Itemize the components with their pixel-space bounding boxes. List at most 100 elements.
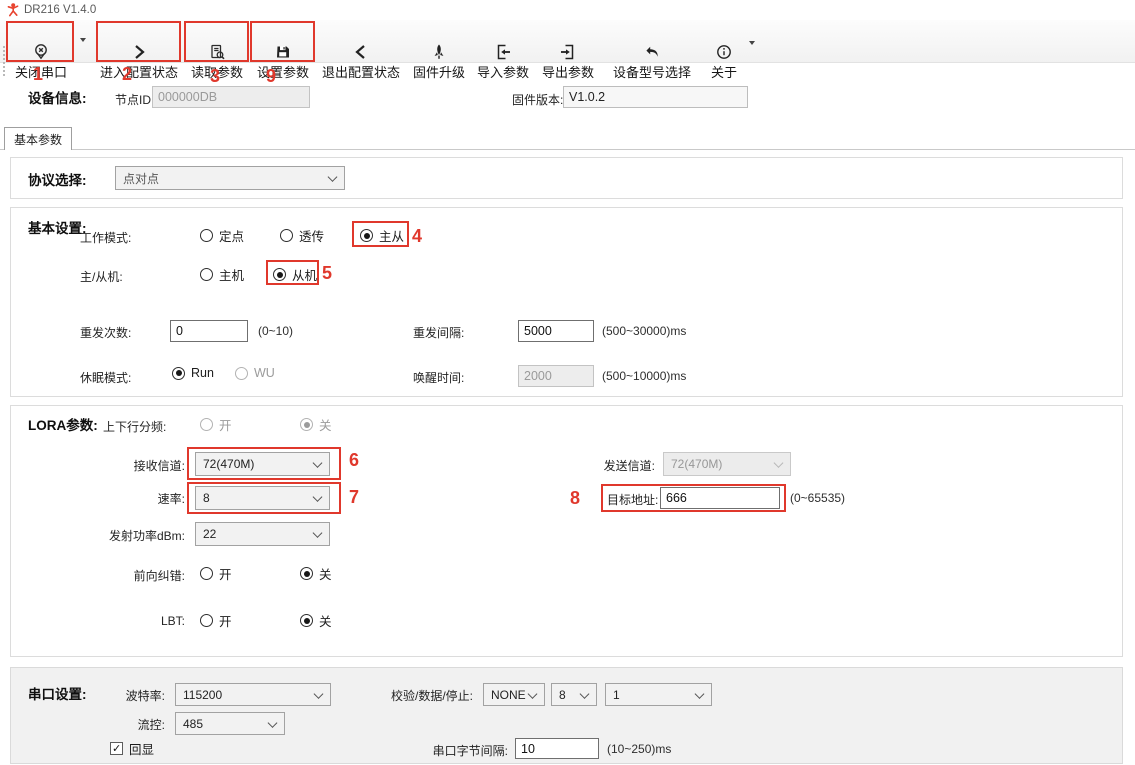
radio-sleep-run[interactable]: Run [172,366,214,380]
data-bits-dropdown[interactable]: 8 [551,683,597,706]
radio-fec-on[interactable]: 开 [200,564,232,583]
stop-bits-value: 1 [613,688,620,702]
baud-rate-value: 115200 [183,688,222,702]
radio-lbt-off[interactable]: 关 [300,611,332,630]
about-button[interactable]: 关于 [704,42,744,82]
flow-control-dropdown[interactable]: 485 [175,712,285,735]
toolbar-overflow-arrow-icon[interactable] [749,41,755,45]
import-params-icon [494,42,512,61]
lora-section-label: LORA参数: [28,414,98,434]
retry-count-hint: (0~10) [258,324,293,338]
radio-label: 关 [319,415,332,434]
title-bar: DR216 V1.4.0 [0,0,1135,20]
target-address-label: 目标地址: [607,491,658,508]
tx-channel-label: 发送信道: [560,457,655,474]
annotation-number-3: 3 [210,67,220,85]
about-label: 关于 [711,62,737,81]
export-params-button[interactable]: 导出参数 [538,42,598,82]
protocol-select-value: 点对点 [123,170,159,187]
baud-rate-dropdown[interactable]: 115200 [175,683,331,706]
flow-control-label: 流控: [90,716,165,733]
radio-label: 开 [219,415,232,434]
tab-basic-params[interactable]: 基本参数 [4,127,72,150]
device-model-select-button[interactable]: 设备型号选择 [606,42,698,82]
protocol-select-dropdown[interactable]: 点对点 [115,166,345,190]
radio-label: WU [254,366,275,380]
work-mode-label: 工作模式: [80,229,131,246]
wake-time-label: 唤醒时间: [413,369,464,386]
radio-fec-off[interactable]: 关 [300,564,332,583]
stop-bits-dropdown[interactable]: 1 [605,683,712,706]
set-params-button[interactable]: 设置参数 [252,42,314,82]
node-id-label: 节点ID: [115,91,154,108]
node-id-field[interactable] [152,86,310,108]
wake-time-field[interactable] [518,365,594,387]
device-info-section-label: 设备信息: [28,87,87,107]
rx-channel-value: 72(470M) [203,457,254,471]
byte-interval-hint: (10~250)ms [607,742,671,756]
annotation-number-2: 2 [122,65,132,83]
fec-label: 前向纠错: [60,567,185,584]
retry-count-field[interactable] [170,320,248,342]
flow-control-value: 485 [183,717,203,731]
tab-strip: 基本参数 [0,126,1135,150]
enter-config-button[interactable]: 进入配置状态 [98,42,180,82]
app-window: DR216 V1.4.0 关闭串口 进入配置状态 [0,0,1135,765]
rate-dropdown[interactable]: 8 [195,486,330,510]
exit-config-button[interactable]: 退出配置状态 [320,42,402,82]
baud-rate-label: 波特率: [90,687,165,704]
radio-work-mode-transparent[interactable]: 透传 [280,226,324,245]
rate-value: 8 [203,491,210,505]
lbt-label: LBT: [60,614,185,628]
firmware-upgrade-label: 固件升级 [413,62,465,81]
import-params-button[interactable]: 导入参数 [474,42,532,82]
firmware-upgrade-icon [430,42,448,61]
radio-lbt-on[interactable]: 开 [200,611,232,630]
tx-power-dropdown[interactable]: 22 [195,522,330,546]
radio-work-mode-master-slave[interactable]: 主从 [360,226,404,245]
retry-interval-field[interactable] [518,320,594,342]
enter-config-icon [130,42,148,61]
sleep-mode-label: 休眠模式: [80,369,131,386]
radio-master[interactable]: 主机 [200,265,244,284]
target-address-hint: (0~65535) [790,491,845,505]
toolbar: 关闭串口 进入配置状态 读取参数 [0,20,1135,63]
radio-label: 开 [219,564,232,583]
toolbar-grip[interactable] [3,46,5,76]
parity-dropdown[interactable]: NONE [483,683,545,706]
wake-time-hint: (500~10000)ms [602,369,686,383]
radio-work-mode-fixed[interactable]: 定点 [200,226,244,245]
rx-channel-dropdown[interactable]: 72(470M) [195,452,330,476]
radio-label: 关 [319,564,332,583]
radio-freq-split-off[interactable]: 关 [300,415,332,434]
serial-close-icon [32,42,50,61]
target-address-field[interactable] [660,487,780,509]
tx-channel-dropdown[interactable]: 72(470M) [663,452,791,476]
save-params-icon [274,42,292,61]
import-params-label: 导入参数 [477,62,529,81]
byte-interval-field[interactable] [515,738,599,759]
serial-dropdown-arrow-icon[interactable] [80,38,86,42]
protocol-select-label: 协议选择: [28,169,87,189]
annotation-number-7: 7 [349,488,359,506]
parity-data-stop-label: 校验/数据/停止: [391,687,473,704]
retry-interval-label: 重发间隔: [413,324,464,341]
radio-sleep-wu[interactable]: WU [235,366,275,380]
basic-settings-section-label: 基本设置: [28,217,87,237]
radio-slave[interactable]: 从机 [273,265,317,284]
export-params-icon [559,42,577,61]
parity-value: NONE [491,688,526,702]
retry-count-label: 重发次数: [80,324,131,341]
firmware-version-field[interactable] [563,86,748,108]
exit-config-label: 退出配置状态 [322,62,400,81]
echo-label: 回显 [129,739,154,758]
radio-label: 透传 [299,226,324,245]
radio-label: 定点 [219,226,244,245]
device-model-undo-icon [643,42,661,61]
device-model-select-label: 设备型号选择 [613,62,691,81]
echo-checkbox[interactable]: 回显 [110,739,154,758]
enter-config-label: 进入配置状态 [100,62,178,81]
firmware-version-label: 固件版本: [512,91,563,108]
firmware-upgrade-button[interactable]: 固件升级 [410,42,468,82]
radio-freq-split-on[interactable]: 开 [200,415,232,434]
